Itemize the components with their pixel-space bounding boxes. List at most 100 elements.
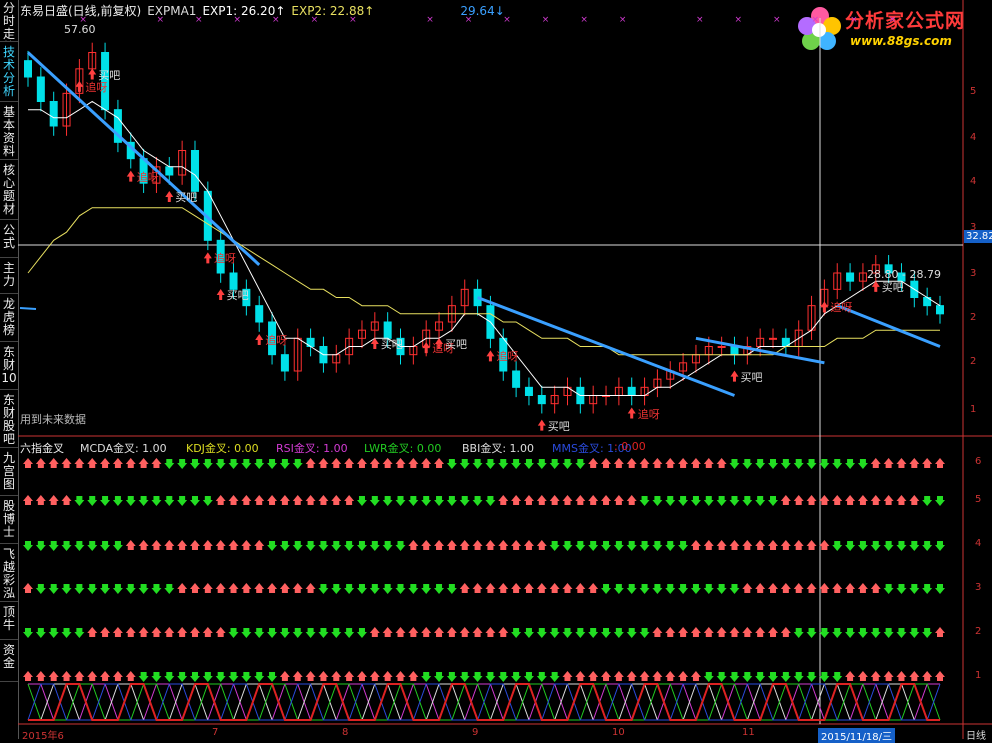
down-arrow-icon [626,628,637,638]
down-arrow-icon [318,584,329,594]
down-arrow-icon [74,584,85,594]
candle-body [537,395,546,405]
down-arrow-icon [292,541,303,551]
up-arrow-icon [35,458,46,468]
date-tick: 2015年6 [22,731,64,742]
up-arrow-icon [870,458,881,468]
down-arrow-icon [601,628,612,638]
up-arrow-icon [138,458,149,468]
down-arrow-icon [742,672,753,682]
up-arrow-icon [75,80,84,92]
down-arrow-icon [356,541,367,551]
up-arrow-icon [189,627,200,637]
down-arrow-icon [202,496,213,506]
indicator-title[interactable]: 六指金叉 [20,440,64,456]
down-arrow-icon [896,584,907,594]
down-arrow-icon [395,584,406,594]
down-arrow-icon [395,496,406,506]
down-arrow-icon [459,672,470,682]
trend-stub [19,307,37,310]
down-arrow-icon [729,584,740,594]
down-arrow-icon [382,541,393,551]
down-arrow-icon [331,584,342,594]
up-arrow-icon [189,540,200,550]
up-arrow-icon [472,540,483,550]
up-arrow-icon [820,301,829,313]
down-arrow-icon [806,459,817,469]
up-arrow-icon [165,191,174,202]
up-arrow-icon [177,583,188,593]
up-arrow-icon [780,627,791,637]
down-arrow-icon [819,459,830,469]
up-arrow-icon [755,540,766,550]
down-arrow-icon [112,584,123,594]
down-arrow-icon [408,584,419,594]
price-tick: 2 [970,312,977,323]
up-arrow-icon [832,583,843,593]
up-arrow-icon [422,342,431,354]
down-arrow-icon [549,459,560,469]
down-arrow-icon [369,584,380,594]
up-arrow-icon [408,627,419,637]
down-arrow-icon [87,496,98,506]
x-marker: × [311,15,319,25]
x-marker: × [542,15,550,25]
up-arrow-icon [845,583,856,593]
up-arrow-icon [408,458,419,468]
up-arrow-icon [768,583,779,593]
down-arrow-icon [498,672,509,682]
down-arrow-icon [678,496,689,506]
down-arrow-icon [35,541,46,551]
up-arrow-icon [87,671,98,681]
up-arrow-icon [318,671,329,681]
up-arrow-icon [459,583,470,593]
candle-body [769,337,778,340]
up-arrow-icon [536,583,547,593]
up-arrow-icon [832,495,843,505]
up-arrow-icon [23,458,33,468]
down-arrow-icon [485,496,496,506]
up-arrow-icon [575,671,586,681]
up-arrow-icon [100,627,111,637]
up-arrow-icon [74,671,85,681]
candle-body [190,150,199,192]
up-arrow-icon [857,583,868,593]
down-arrow-icon [768,459,779,469]
down-arrow-icon [48,541,59,551]
down-arrow-icon [61,628,72,638]
up-arrow-icon [318,495,329,505]
up-arrow-icon [678,458,689,468]
price-chart[interactable]: × × × × × × × × × × × × × × × × × × × [0,0,992,739]
up-arrow-icon [138,540,149,550]
down-arrow-icon [421,584,432,594]
up-arrow-icon [768,540,779,550]
up-arrow-icon [344,671,355,681]
up-arrow-icon [870,671,881,681]
down-arrow-icon [138,584,149,594]
up-arrow-icon [639,458,650,468]
down-arrow-icon [716,496,727,506]
x-marker: × [272,15,280,25]
up-arrow-icon [652,671,663,681]
indicator-item-3: LWR金叉: 0.00 [364,442,442,455]
up-arrow-icon [421,627,432,637]
down-arrow-icon [267,672,278,682]
up-arrow-icon [780,495,791,505]
up-arrow-icon [267,583,278,593]
down-arrow-icon [639,628,650,638]
down-arrow-icon [279,459,290,469]
indicator-item-0: MCDA金叉: 1.00 [80,442,167,455]
up-arrow-icon [716,540,727,550]
up-arrow-icon [588,583,599,593]
up-arrow-icon [716,458,727,468]
up-arrow-icon [215,495,226,505]
down-arrow-icon [703,496,714,506]
down-arrow-icon [819,628,830,638]
up-arrow-icon [48,495,59,505]
x-marker: × [195,15,203,25]
right-tab-daily[interactable]: 日线 [966,727,986,742]
up-arrow-icon [305,583,316,593]
signal-buy-label: 买吧 [98,68,121,82]
up-arrow-icon [742,540,753,550]
down-arrow-icon [665,541,676,551]
